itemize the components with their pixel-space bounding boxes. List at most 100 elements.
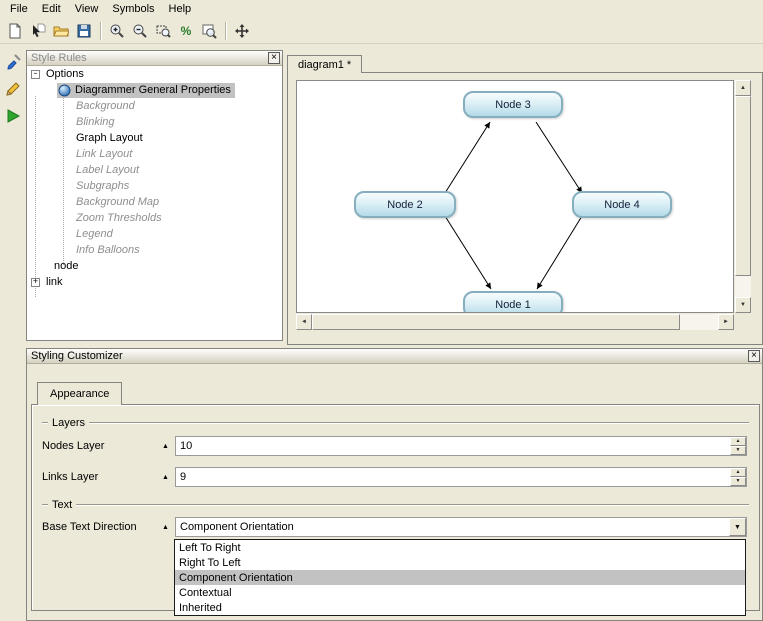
tree-item-legend[interactable]: Legend (27, 226, 282, 242)
spinner-down-icon[interactable]: ▼ (730, 477, 746, 486)
select-mode-icon[interactable] (27, 20, 49, 42)
tree-item-graph-layout[interactable]: Graph Layout (27, 130, 282, 146)
tree-item-label: Options (46, 68, 84, 80)
diagram-node-1[interactable]: Node 1 (463, 291, 563, 313)
fit-to-window-icon[interactable] (198, 20, 220, 42)
base-text-direction-label: Base Text Direction (42, 521, 162, 533)
base-text-direction-combo[interactable]: Component Orientation ▼ (175, 517, 747, 537)
side-toolbar (0, 44, 26, 621)
tree-item-label: Legend (76, 228, 113, 240)
tree-item-label: Background (76, 100, 135, 112)
scroll-up-icon[interactable]: ▲ (735, 80, 751, 96)
base-text-direction-row: Base Text Direction ▲ Component Orientat… (42, 517, 747, 537)
tree-item-zoom-thresholds[interactable]: Zoom Thresholds (27, 210, 282, 226)
horizontal-scrollbar[interactable]: ◄ ► (296, 314, 734, 330)
tree-item-options[interactable]: - Options (27, 66, 282, 82)
links-layer-field[interactable]: ▲ ▼ (175, 467, 747, 487)
tree-item-background[interactable]: Background (27, 98, 282, 114)
nodes-layer-input[interactable] (177, 438, 728, 454)
links-layer-row: Links Layer ▲ ▲ ▼ (42, 467, 747, 487)
tree-item-label: Zoom Thresholds (76, 212, 162, 224)
collapse-icon[interactable]: - (31, 70, 40, 79)
tree-item-label: Subgraphs (76, 180, 129, 192)
advanced-marker-icon: ▲ (162, 443, 175, 450)
edit-pencil-icon[interactable] (3, 79, 23, 99)
menu-edit[interactable]: Edit (35, 2, 68, 16)
tree-item-link[interactable]: + link (27, 274, 282, 290)
layers-group-header: Layers (42, 417, 749, 428)
tree-item-label: Background Map (76, 196, 159, 208)
tree-item-link-layout[interactable]: Link Layout (27, 146, 282, 162)
pan-icon[interactable] (231, 20, 253, 42)
scroll-left-icon[interactable]: ◄ (296, 314, 312, 330)
spinner-down-icon[interactable]: ▼ (730, 446, 746, 455)
styling-customizer-close-button[interactable]: × (748, 350, 760, 362)
vertical-scrollbar-thumb[interactable] (735, 96, 751, 276)
vertical-scrollbar[interactable]: ▲ ▼ (735, 80, 751, 313)
scroll-right-icon[interactable]: ► (718, 314, 734, 330)
links-layer-spinner[interactable]: ▲ ▼ (730, 468, 746, 486)
styling-customizer-title: Styling Customizer (31, 350, 748, 363)
tree-item-node[interactable]: node (27, 258, 282, 274)
tree-item-label-layout[interactable]: Label Layout (27, 162, 282, 178)
tree-item-diagrammer-general-properties[interactable]: Diagrammer General Properties (27, 82, 282, 98)
diagram-node-3[interactable]: Node 3 (463, 91, 563, 118)
tab-appearance[interactable]: Appearance (37, 382, 122, 405)
dropdown-option-right-to-left[interactable]: Right To Left (175, 555, 745, 570)
style-rules-tree: - Options Diagrammer General Properties … (27, 66, 282, 340)
group-rule-line (42, 422, 48, 424)
nodes-layer-field[interactable]: ▲ ▼ (175, 436, 747, 456)
styling-customizer-header: Styling Customizer × (27, 349, 762, 364)
tree-item-subgraphs[interactable]: Subgraphs (27, 178, 282, 194)
tree-item-blinking[interactable]: Blinking (27, 114, 282, 130)
spinner-up-icon[interactable]: ▲ (730, 437, 746, 446)
tree-item-label: link (46, 276, 63, 288)
tab-diagram1-label: diagram1 * (298, 59, 351, 71)
zoom-in-icon[interactable] (106, 20, 128, 42)
menu-symbols[interactable]: Symbols (105, 2, 161, 16)
menu-file[interactable]: File (3, 2, 35, 16)
tree-item-label: Label Layout (76, 164, 139, 176)
dropdown-option-left-to-right[interactable]: Left To Right (175, 540, 745, 555)
toolbar-separator (225, 22, 227, 40)
run-icon[interactable] (3, 106, 23, 126)
dropdown-option-contextual[interactable]: Contextual (175, 585, 745, 600)
diagrammer-properties-icon (58, 84, 71, 97)
diagram-node-4[interactable]: Node 4 (572, 191, 672, 218)
nodes-layer-spinner[interactable]: ▲ ▼ (730, 437, 746, 455)
style-rules-close-button[interactable]: × (268, 52, 280, 64)
group-rule-line (42, 504, 48, 506)
dropdown-option-component-orientation[interactable]: Component Orientation (175, 570, 745, 585)
tree-item-background-map[interactable]: Background Map (27, 194, 282, 210)
tree-item-info-balloons[interactable]: Info Balloons (27, 242, 282, 258)
diagram-canvas[interactable]: Node 3 Node 2 Node 4 Node 1 (296, 80, 734, 313)
nodes-layer-label: Nodes Layer (42, 440, 162, 452)
spinner-up-icon[interactable]: ▲ (730, 468, 746, 477)
menu-bar: File Edit View Symbols Help (0, 0, 763, 18)
style-brush-icon[interactable] (3, 52, 23, 72)
new-document-icon[interactable] (4, 20, 26, 42)
zoom-area-icon[interactable] (152, 20, 174, 42)
menu-view[interactable]: View (68, 2, 106, 16)
open-folder-icon[interactable] (50, 20, 72, 42)
style-rules-title: Style Rules (31, 52, 268, 65)
links-layer-input[interactable] (177, 469, 728, 485)
diagram-node-2[interactable]: Node 2 (354, 191, 456, 218)
tree-item-label: node (54, 260, 78, 272)
toolbar-separator (100, 22, 102, 40)
save-icon[interactable] (73, 20, 95, 42)
text-group-header: Text (42, 499, 749, 510)
combo-dropdown-icon[interactable]: ▼ (729, 518, 746, 536)
dropdown-option-inherited[interactable]: Inherited (175, 600, 745, 615)
expand-icon[interactable]: + (31, 278, 40, 287)
menu-help[interactable]: Help (162, 2, 199, 16)
zoom-percent-icon[interactable]: % (175, 20, 197, 42)
scroll-down-icon[interactable]: ▼ (735, 297, 751, 313)
advanced-marker-icon: ▲ (162, 474, 175, 481)
horizontal-scrollbar-thumb[interactable] (312, 314, 680, 330)
zoom-out-icon[interactable] (129, 20, 151, 42)
layers-group-label: Layers (52, 417, 85, 429)
tree-item-label: Graph Layout (76, 132, 143, 144)
tab-diagram1[interactable]: diagram1 * (287, 55, 362, 73)
advanced-marker-icon: ▲ (162, 524, 175, 531)
